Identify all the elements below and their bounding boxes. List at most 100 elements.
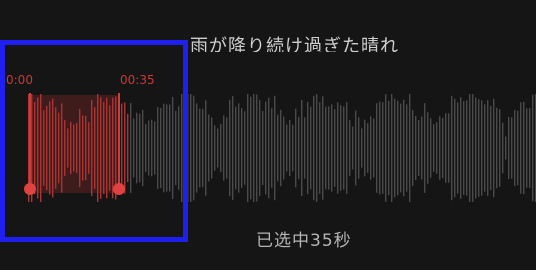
- start-time-label: 0:00: [6, 73, 33, 87]
- waveform-bar: [223, 115, 225, 181]
- waveform-bar: [331, 104, 333, 192]
- waveform-bar: [397, 100, 399, 196]
- waveform-bar: [340, 105, 342, 191]
- selected-duration: 已选中35秒: [256, 231, 352, 251]
- waveform-bar: [496, 107, 498, 189]
- waveform-bar: [205, 100, 207, 196]
- waveform-bar: [394, 98, 396, 198]
- waveform-bar: [289, 119, 291, 177]
- selected-region: [30, 95, 119, 193]
- waveform-bar: [475, 97, 477, 199]
- waveform-bar: [325, 106, 327, 190]
- waveform-bar: [517, 110, 519, 186]
- waveform-bar: [286, 124, 288, 172]
- waveform-bar: [520, 102, 522, 194]
- waveform-bar: [349, 120, 351, 176]
- waveform-bar: [238, 103, 240, 193]
- waveform-bar: [202, 108, 204, 188]
- waveform-bar: [319, 102, 321, 194]
- waveform-bar: [268, 97, 270, 199]
- waveform-bar: [502, 122, 504, 174]
- waveform-bar: [292, 124, 294, 172]
- end-handle[interactable]: [113, 93, 125, 195]
- waveform-bar: [256, 94, 258, 202]
- waveform-bar: [436, 122, 438, 174]
- waveform-bar: [334, 109, 336, 187]
- waveform-bar: [385, 94, 387, 202]
- waveform-bar: [469, 94, 471, 202]
- waveform-bar: [274, 95, 276, 201]
- waveform-bar: [430, 118, 432, 178]
- waveform-bar: [229, 99, 231, 197]
- end-time-label: 00:35: [120, 73, 155, 87]
- waveform-bar: [391, 94, 393, 202]
- start-handle[interactable]: [24, 93, 36, 195]
- waveform-bar: [403, 99, 405, 197]
- waveform-bar: [217, 128, 219, 168]
- waveform-bar: [406, 104, 408, 192]
- waveform-bar: [418, 120, 420, 176]
- waveform-bar: [442, 117, 444, 179]
- waveform-bar: [472, 94, 474, 202]
- waveform-bar: [190, 94, 192, 202]
- waveform-bar: [241, 108, 243, 188]
- waveform-bar: [493, 98, 495, 198]
- waveform-bar: [304, 117, 306, 179]
- waveform-bar: [388, 100, 390, 196]
- waveform-bar: [457, 102, 459, 194]
- waveform-bar: [448, 113, 450, 183]
- waveform-bar: [280, 109, 282, 187]
- waveform-bar: [454, 98, 456, 198]
- waveform-bar: [526, 108, 528, 188]
- waveform-bar: [355, 110, 357, 186]
- waveform-bar: [262, 110, 264, 186]
- waveform-bar: [427, 112, 429, 184]
- waveform-bar: [235, 106, 237, 190]
- waveform-bar: [451, 95, 453, 201]
- waveform-bar: [505, 136, 507, 160]
- start-handle-line: [29, 93, 31, 189]
- waveform-bar: [433, 124, 435, 172]
- waveform-bar: [499, 109, 501, 187]
- waveform-bar: [445, 113, 447, 183]
- waveform-bar: [379, 101, 381, 195]
- waveform-bar: [523, 101, 525, 195]
- waveform-bar: [247, 94, 249, 202]
- waveform-bar: [400, 103, 402, 193]
- waveform-bar: [253, 94, 255, 202]
- waveform-bar: [376, 103, 378, 193]
- start-handle-knob[interactable]: [24, 183, 36, 195]
- waveform-bar: [487, 100, 489, 196]
- waveform-bar: [514, 109, 516, 187]
- waveform-bar: [244, 111, 246, 185]
- waveform-bar: [298, 117, 300, 179]
- waveform-bar: [226, 117, 228, 179]
- waveform-bar: [370, 116, 372, 180]
- waveform-bar: [412, 110, 414, 186]
- waveform-bar: [214, 125, 216, 171]
- waveform-bar: [367, 123, 369, 173]
- waveform-bar: [484, 104, 486, 192]
- waveform-bar: [259, 99, 261, 197]
- waveform-bar: [283, 116, 285, 180]
- waveform-bar: [421, 116, 423, 180]
- waveform-bar: [211, 117, 213, 179]
- waveform-bar: [439, 116, 441, 180]
- lyric-line: 雨が降り続け過ぎた晴れ: [190, 36, 399, 52]
- waveform-bar: [529, 108, 531, 188]
- waveform-bar: [478, 99, 480, 197]
- waveform-bar: [511, 117, 513, 179]
- waveform-bar: [316, 94, 318, 202]
- waveform-bar: [343, 106, 345, 190]
- waveform-bar: [490, 105, 492, 191]
- waveform-bar: [415, 115, 417, 181]
- waveform-bar: [307, 101, 309, 195]
- waveform-bar: [208, 114, 210, 182]
- waveform-bar: [481, 100, 483, 196]
- waveform-bar: [352, 126, 354, 170]
- waveform-bar: [295, 108, 297, 188]
- waveform-bar: [277, 114, 279, 182]
- end-handle-knob[interactable]: [113, 183, 125, 195]
- waveform-bar: [220, 123, 222, 173]
- waveform-bar: [409, 94, 411, 202]
